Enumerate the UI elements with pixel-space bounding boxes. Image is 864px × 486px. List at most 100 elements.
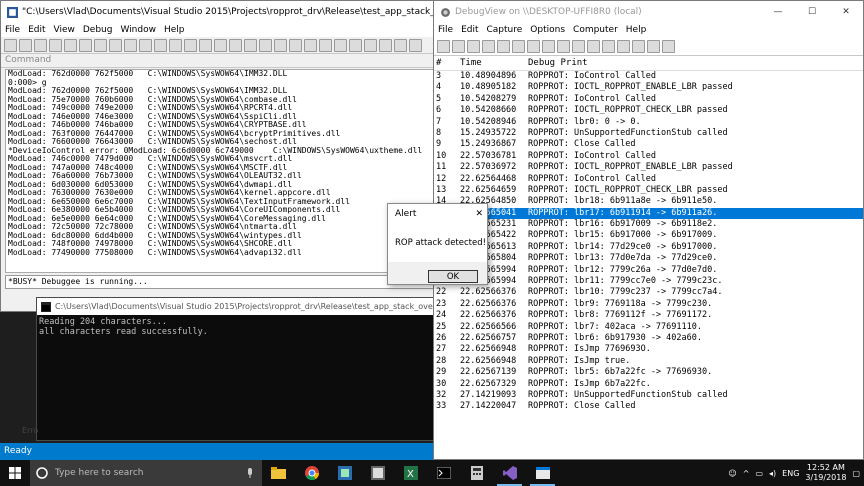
menu-item-edit[interactable]: Edit — [24, 25, 49, 35]
toolbar-button-icon[interactable] — [139, 38, 152, 52]
taskbar-search-box[interactable]: Type here to search — [30, 460, 262, 486]
log-row[interactable]: 22 22.62566376 ROPPROT: lbr10: 7799c237 ->… — [434, 287, 863, 298]
toolbar-button-icon[interactable] — [259, 38, 272, 52]
menu-item-help[interactable]: Help — [622, 25, 651, 35]
toolbar-button-icon[interactable] — [214, 38, 227, 52]
menu-item-file[interactable]: File — [434, 25, 457, 35]
ok-button[interactable]: OK — [428, 270, 478, 283]
console-titlebar[interactable]: C:\Users\Vlad\Documents\Visual Studio 20… — [37, 298, 433, 315]
log-row[interactable]: 8 15.24935722 ROPPROT: UnSupportedFunction… — [434, 128, 863, 139]
toolbar-button-icon[interactable] — [437, 39, 450, 53]
log-row[interactable]: 6 10.54208660 ROPPROT: IOCTL_ROPPROT_CHECK… — [434, 105, 863, 116]
toolbar-button-icon[interactable] — [169, 38, 182, 52]
taskbar-excel[interactable]: X — [394, 460, 427, 486]
toolbar-button-icon[interactable] — [319, 38, 332, 52]
toolbar-button-icon[interactable] — [19, 38, 32, 52]
taskbar-debugview[interactable] — [526, 460, 559, 486]
taskbar-chrome[interactable] — [295, 460, 328, 486]
toolbar-button-icon[interactable] — [617, 39, 630, 53]
log-row[interactable]: 32 27.14219093 ROPPROT: UnSupportedFunctio… — [434, 390, 863, 401]
log-row[interactable]: 5 10.54208279 ROPPROT: IoControl Called — [434, 94, 863, 105]
toolbar-button-icon[interactable] — [289, 38, 302, 52]
toolbar-button-icon[interactable] — [349, 38, 362, 52]
menu-item-window[interactable]: Window — [116, 25, 160, 35]
toolbar-button-icon[interactable] — [79, 38, 92, 52]
toolbar-button-icon[interactable] — [632, 39, 645, 53]
toolbar-button-icon[interactable] — [452, 39, 465, 53]
people-icon[interactable]: ☺ — [728, 469, 736, 478]
toolbar-button-icon[interactable] — [527, 39, 540, 53]
command-input[interactable]: *BUSY* Debuggee is running... — [5, 275, 435, 289]
toolbar-button-icon[interactable] — [602, 39, 615, 53]
log-row[interactable]: 26 22.62566757 ROPPROT: lbr6: 6b917930 -> … — [434, 333, 863, 344]
chevron-up-icon[interactable]: ^ — [743, 469, 750, 478]
maximize-icon[interactable]: ☐ — [795, 1, 829, 23]
menu-item-capture[interactable]: Capture — [483, 25, 527, 35]
toolbar-button-icon[interactable] — [124, 38, 137, 52]
toolbar-button-icon[interactable] — [409, 38, 422, 52]
log-row[interactable]: 10 22.57036781 ROPPROT: IoControl Called — [434, 151, 863, 162]
toolbar-button-icon[interactable] — [199, 38, 212, 52]
log-row[interactable]: 7 10.54208946 ROPPROT: lbr0: 0 -> 0. — [434, 117, 863, 128]
taskbar-calculator[interactable] — [460, 460, 493, 486]
log-row[interactable]: 2022.62565994ROPPROT: lbr12: 7799c26a ->… — [434, 265, 863, 276]
menu-item-help[interactable]: Help — [160, 25, 189, 35]
toolbar-button-icon[interactable] — [334, 38, 347, 52]
log-row[interactable]: 4 10.48905182 ROPPROT: IOCTL_ROPPROT_ENABL… — [434, 82, 863, 93]
language-indicator[interactable]: ENG — [782, 469, 799, 478]
log-row[interactable]: 23 22.62566376 ROPPROT: lbr9: 7769118a -> … — [434, 299, 863, 310]
log-row[interactable]: 29 22.62567139 ROPPROT: lbr5: 6b7a22fc -> … — [434, 367, 863, 378]
windbg-window[interactable]: "C:\Users\Vlad\Documents\Visual Studio 2… — [0, 0, 436, 312]
toolbar-button-icon[interactable] — [467, 39, 480, 53]
close-icon[interactable]: ✕ — [475, 209, 483, 219]
debugview-window[interactable]: DebugView on \\DESKTOP-UFFI8R0 (local) —… — [433, 0, 864, 460]
log-row[interactable]: 33 27.14220047 ROPPROT: Close Called — [434, 401, 863, 412]
taskbar-visual-studio[interactable] — [493, 460, 526, 486]
menu-item-file[interactable]: File — [1, 25, 24, 35]
menu-item-edit[interactable]: Edit — [457, 25, 482, 35]
toolbar-button-icon[interactable] — [244, 38, 257, 52]
log-row[interactable]: 9 15.24936867 ROPPROT: Close Called — [434, 139, 863, 150]
windbg-titlebar[interactable]: "C:\Users\Vlad\Documents\Visual Studio 2… — [1, 1, 435, 23]
log-row[interactable]: 13 22.62564659 ROPPROT: IOCTL_ROPPROT_CHEC… — [434, 185, 863, 196]
log-row[interactable]: 30 22.62567329 ROPPROT: IsJmp 6b7a22fc. — [434, 379, 863, 390]
log-row[interactable]: 14 22.62564850 ROPPROT: lbr18: 6b911a8e ->… — [434, 196, 863, 207]
start-button[interactable] — [0, 460, 30, 486]
toolbar-button-icon[interactable] — [394, 38, 407, 52]
taskbar-cmd[interactable] — [427, 460, 460, 486]
toolbar-button-icon[interactable] — [109, 38, 122, 52]
toolbar-button-icon[interactable] — [587, 39, 600, 53]
toolbar-button-icon[interactable] — [229, 38, 242, 52]
col-header-number[interactable]: # — [434, 58, 460, 68]
network-icon[interactable]: ▭ — [755, 469, 763, 478]
log-row[interactable]: 1822.62565613ROPPROT: lbr14: 77d29ce0 ->… — [434, 242, 863, 253]
toolbar-button-icon[interactable] — [482, 39, 495, 53]
toolbar-button-icon[interactable] — [4, 38, 17, 52]
microphone-icon[interactable] — [246, 467, 254, 479]
toolbar-button-icon[interactable] — [184, 38, 197, 52]
toolbar-button-icon[interactable] — [497, 39, 510, 53]
toolbar-button-icon[interactable] — [512, 39, 525, 53]
minimize-icon[interactable]: — — [761, 1, 795, 23]
col-header-debug-print[interactable]: Debug Print — [528, 58, 863, 68]
log-row[interactable]: 12 22.62564468 ROPPROT: IoControl Called — [434, 174, 863, 185]
menu-item-debug[interactable]: Debug — [79, 25, 117, 35]
toolbar-button-icon[interactable] — [364, 38, 377, 52]
toolbar-button-icon[interactable] — [572, 39, 585, 53]
log-row[interactable]: 27 22.62566948 ROPPROT: IsJmp 7769693O. — [434, 344, 863, 355]
toolbar-button-icon[interactable] — [64, 38, 77, 52]
toolbar-button-icon[interactable] — [304, 38, 317, 52]
console-window[interactable]: C:\Users\Vlad\Documents\Visual Studio 20… — [36, 297, 434, 441]
log-row[interactable]: 24 22.62566376 ROPPROT: lbr8: 7769112f -> … — [434, 310, 863, 321]
log-row[interactable]: 2122.62565994ROPPROT: lbr11: 7799cc7e0 -… — [434, 276, 863, 287]
notifications-icon[interactable]: ▢ — [852, 469, 860, 478]
menu-item-view[interactable]: View — [50, 25, 79, 35]
taskbar-file-explorer[interactable] — [262, 460, 295, 486]
log-row[interactable]: 1522.62565041ROPPROT: lbr17: 6b911914 ->… — [434, 207, 863, 220]
toolbar-button-icon[interactable] — [557, 39, 570, 53]
log-row[interactable]: 28 22.62566948 ROPPROT: IsJmp true. — [434, 356, 863, 367]
menu-item-options[interactable]: Options — [526, 25, 569, 35]
col-header-time[interactable]: Time — [460, 58, 528, 68]
toolbar-button-icon[interactable] — [49, 38, 62, 52]
log-row[interactable]: 25 22.62566566 ROPPROT: lbr7: 402aca -> 77… — [434, 322, 863, 333]
